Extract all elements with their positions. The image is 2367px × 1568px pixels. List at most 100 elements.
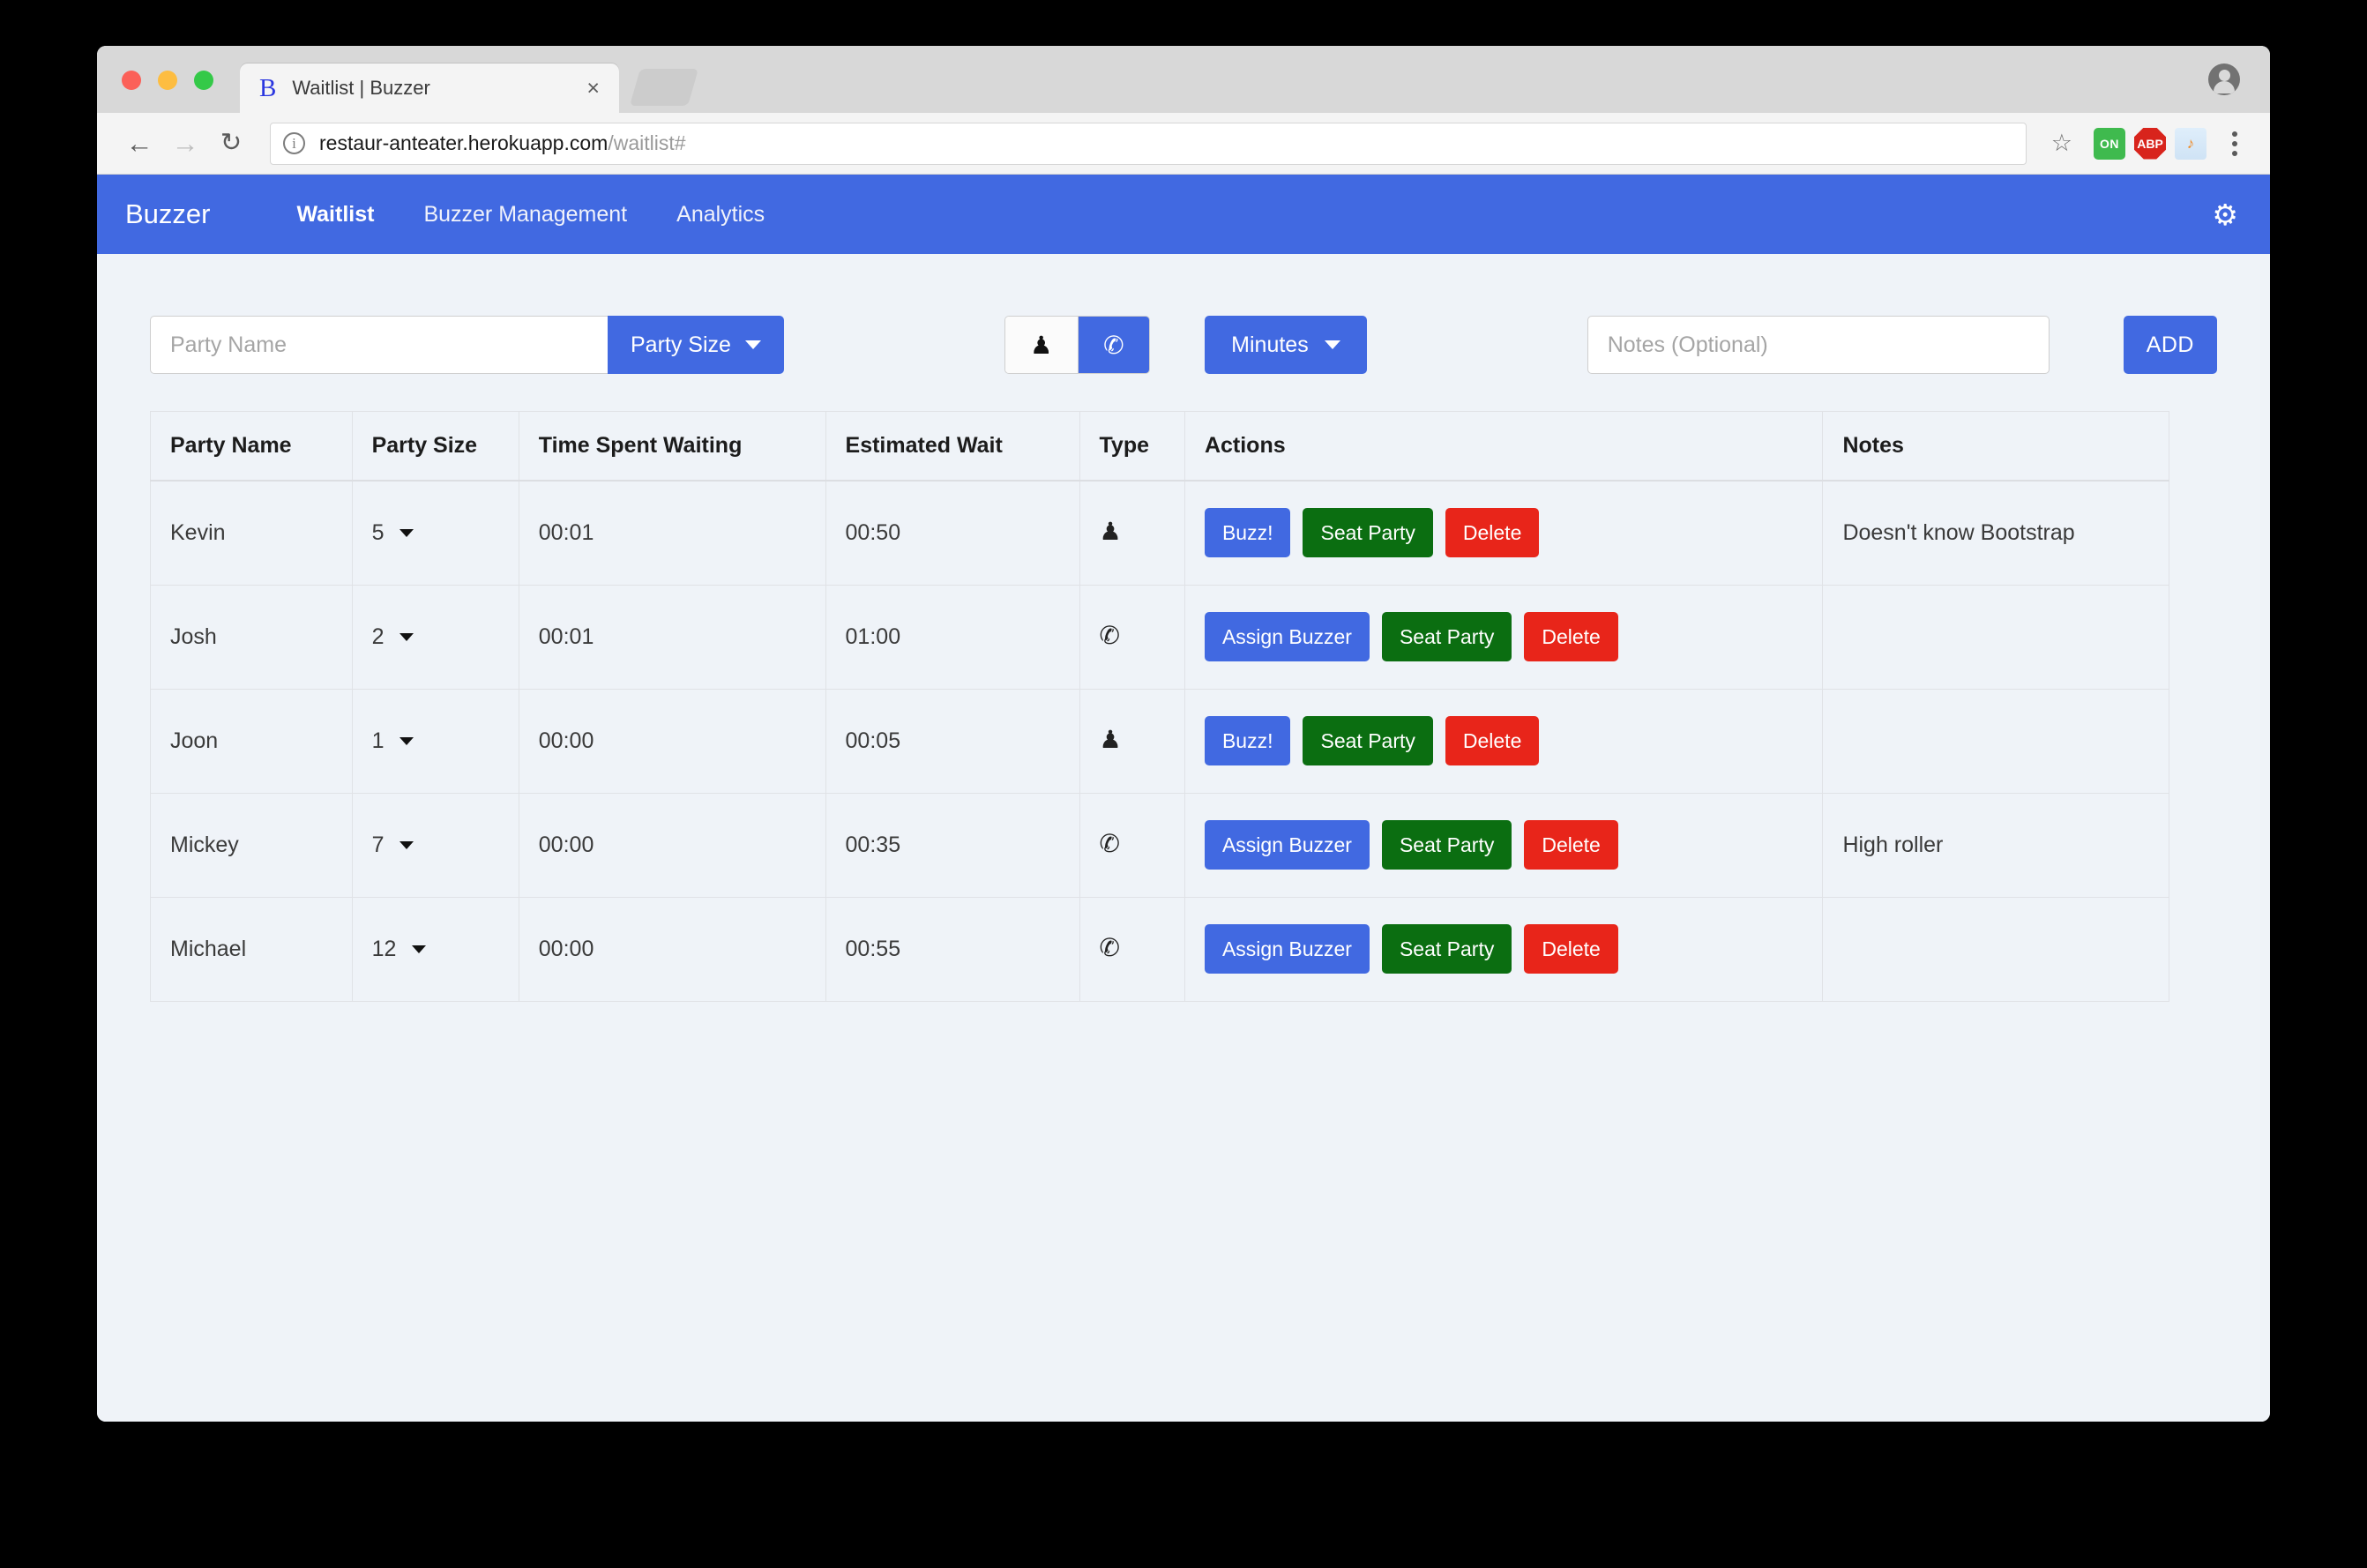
cell-estimated-wait: 01:00 — [825, 584, 1080, 690]
waitlist-table: Party Name Party Size Time Spent Waiting… — [150, 411, 2169, 1002]
seat-party-button[interactable]: Seat Party — [1381, 924, 1512, 974]
header-time-spent-waiting: Time Spent Waiting — [518, 411, 826, 482]
delete-button[interactable]: Delete — [1524, 612, 1618, 661]
party-name-input-group: Party Size — [150, 316, 784, 374]
nav-link-buzzer-management[interactable]: Buzzer Management — [399, 202, 652, 228]
minutes-dropdown-label: Minutes — [1231, 332, 1309, 357]
cell-estimated-wait: 00:35 — [825, 792, 1080, 898]
header-party-name: Party Name — [150, 411, 353, 482]
new-tab-button[interactable] — [629, 69, 699, 106]
party-size-dropdown[interactable]: Party Size — [608, 316, 784, 374]
navbar-links: Waitlist Buzzer Management Analytics — [272, 202, 789, 228]
browser-menu-icon[interactable] — [2219, 131, 2251, 156]
cell-party-size[interactable]: 2 — [351, 584, 519, 690]
window-controls — [122, 71, 213, 90]
profile-avatar-icon[interactable] — [2208, 63, 2240, 95]
party-size-value: 2 — [371, 623, 385, 649]
browser-tab[interactable]: B Waitlist | Buzzer × — [240, 63, 619, 113]
assign-buzzer-button[interactable]: Assign Buzzer — [1204, 924, 1370, 974]
cell-party-size[interactable]: 7 — [351, 792, 519, 898]
person-icon: ♟ — [1099, 726, 1122, 753]
table-row: Kevin 5 00:01 00:50 ♟ Buzz! Seat Party Del… — [150, 480, 2169, 586]
party-size-value: 12 — [371, 936, 397, 961]
cell-party-name: Joon — [150, 688, 353, 794]
cell-type: ♟ — [1079, 480, 1185, 586]
cell-time-spent: 00:00 — [518, 792, 826, 898]
bookmark-star-icon[interactable]: ☆ — [2051, 130, 2072, 157]
reload-button-icon[interactable]: ↻ — [208, 131, 254, 156]
delete-button[interactable]: Delete — [1524, 820, 1618, 870]
back-button-icon[interactable]: ← — [116, 130, 162, 157]
cell-time-spent: 00:01 — [518, 480, 826, 586]
cloud-music-extension-icon[interactable]: ♪ — [2175, 127, 2206, 160]
table-row: Michael 12 00:00 00:55 ✆ Assign Buzzer Se… — [150, 896, 2169, 1002]
browser-window: B Waitlist | Buzzer × ← → ↻ i restaur-an… — [97, 46, 2270, 1422]
party-type-toggle-group: ♟ ✆ — [1004, 316, 1151, 374]
delete-button[interactable]: Delete — [1524, 924, 1618, 974]
cell-party-size[interactable]: 1 — [351, 688, 519, 794]
buzz-button[interactable]: Buzz! — [1204, 716, 1291, 765]
buzz-button[interactable]: Buzz! — [1204, 508, 1291, 558]
seat-party-button[interactable]: Seat Party — [1381, 820, 1512, 870]
table-row: Joon 1 00:00 00:05 ♟ Buzz! Seat Party Dele… — [150, 688, 2169, 794]
cell-type: ✆ — [1079, 584, 1185, 690]
person-icon: ♟ — [1030, 331, 1053, 359]
table-row: Josh 2 00:01 01:00 ✆ Assign Buzzer Seat P… — [150, 584, 2169, 690]
chevron-down-icon — [399, 528, 414, 537]
seat-party-button[interactable]: Seat Party — [1381, 612, 1512, 661]
address-bar[interactable]: i restaur-anteater.herokuapp.com/waitlis… — [270, 122, 2027, 165]
cell-type: ♟ — [1079, 688, 1185, 794]
cell-time-spent: 00:01 — [518, 584, 826, 690]
site-info-icon[interactable]: i — [283, 132, 305, 154]
cell-party-name: Michael — [150, 896, 353, 1002]
chevron-down-icon — [412, 945, 427, 953]
seat-party-button[interactable]: Seat Party — [1303, 508, 1433, 558]
minimize-window-button[interactable] — [158, 71, 177, 90]
cell-party-size[interactable]: 5 — [351, 480, 519, 586]
phone-icon: ✆ — [1103, 331, 1124, 359]
party-name-input[interactable] — [150, 316, 608, 374]
close-tab-icon[interactable]: × — [579, 74, 607, 103]
seat-party-button[interactable]: Seat Party — [1303, 716, 1433, 765]
cell-notes — [1822, 584, 2169, 690]
app-viewport: Buzzer Waitlist Buzzer Management Analyt… — [97, 175, 2270, 1422]
cell-time-spent: 00:00 — [518, 896, 826, 1002]
delete-button[interactable]: Delete — [1445, 508, 1540, 558]
app-navbar: Buzzer Waitlist Buzzer Management Analyt… — [97, 175, 2270, 254]
cell-notes — [1822, 688, 2169, 794]
waitlist-table-body: Kevin 5 00:01 00:50 ♟ Buzz! Seat Party Del… — [150, 480, 2169, 1002]
cell-notes: Doesn't know Bootstrap — [1822, 480, 2169, 586]
nav-link-analytics[interactable]: Analytics — [652, 202, 789, 228]
forward-button-icon[interactable]: → — [162, 130, 208, 157]
cell-actions: Buzz! Seat Party Delete — [1184, 480, 1824, 586]
cell-estimated-wait: 00:05 — [825, 688, 1080, 794]
close-window-button[interactable] — [122, 71, 141, 90]
maximize-window-button[interactable] — [194, 71, 213, 90]
notes-input[interactable] — [1587, 316, 2050, 374]
on-badge-extension-icon[interactable]: ON — [2094, 127, 2125, 160]
nav-link-waitlist[interactable]: Waitlist — [272, 202, 399, 228]
delete-button[interactable]: Delete — [1445, 716, 1540, 765]
assign-buzzer-button[interactable]: Assign Buzzer — [1204, 612, 1370, 661]
browser-toolbar: ← → ↻ i restaur-anteater.herokuapp.com/w… — [97, 113, 2270, 175]
type-person-toggle[interactable]: ♟ — [1004, 317, 1078, 373]
add-party-button[interactable]: ADD — [2123, 316, 2217, 374]
cell-type: ✆ — [1079, 792, 1185, 898]
page-content: Party Size ♟ ✆ Minutes ADD Party Name Pa… — [97, 254, 2270, 1002]
assign-buzzer-button[interactable]: Assign Buzzer — [1204, 820, 1370, 870]
url-text: restaur-anteater.herokuapp.com/waitlist# — [319, 131, 686, 155]
table-header-row: Party Name Party Size Time Spent Waiting… — [150, 411, 2169, 482]
cell-actions: Assign Buzzer Seat Party Delete — [1184, 896, 1824, 1002]
tab-title: Waitlist | Buzzer — [292, 77, 430, 99]
cell-type: ✆ — [1079, 896, 1185, 1002]
cell-party-size[interactable]: 12 — [351, 896, 519, 1002]
type-phone-toggle[interactable]: ✆ — [1077, 317, 1150, 373]
header-type: Type — [1079, 411, 1185, 482]
adblock-plus-extension-icon[interactable]: ABP — [2134, 127, 2166, 160]
header-notes: Notes — [1822, 411, 2169, 482]
settings-gear-icon[interactable]: ⚙ — [2212, 200, 2238, 229]
minutes-dropdown[interactable]: Minutes — [1205, 316, 1367, 374]
cell-actions: Assign Buzzer Seat Party Delete — [1184, 584, 1824, 690]
app-brand[interactable]: Buzzer — [125, 198, 210, 230]
party-size-value: 7 — [371, 832, 385, 857]
